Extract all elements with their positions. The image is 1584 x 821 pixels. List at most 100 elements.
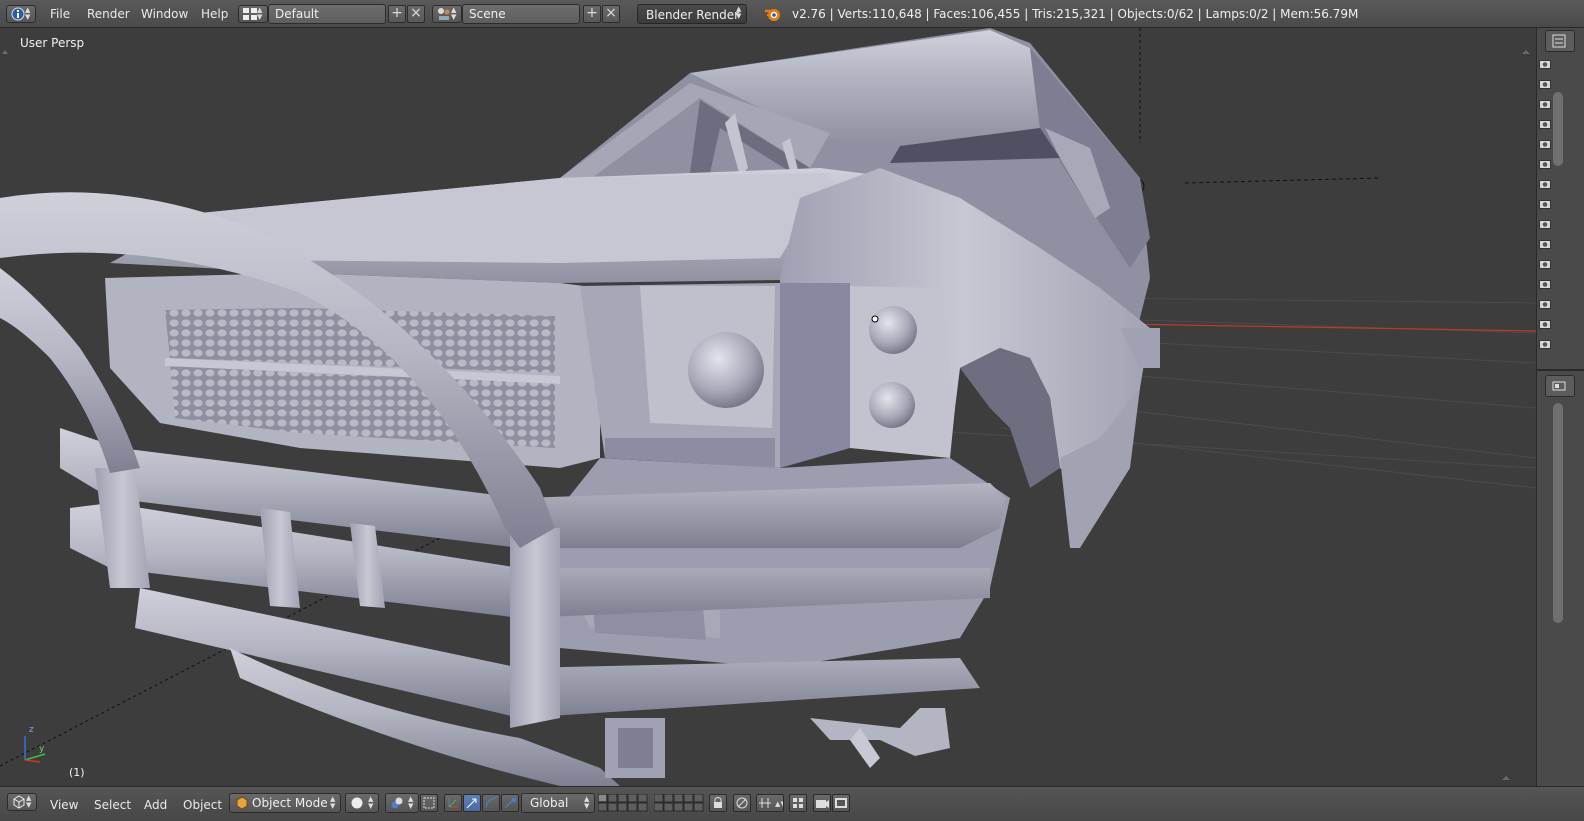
editor-type-selector[interactable]: ▲ ▼ — [6, 5, 36, 23]
info-icon — [11, 7, 25, 21]
viewport-shading-select[interactable]: ▲ ▼ — [345, 793, 379, 813]
screen-layout-browse[interactable]: ▲ ▼ — [238, 5, 268, 23]
menu-view[interactable]: View — [50, 795, 78, 815]
scene-name[interactable]: Scene — [462, 4, 580, 24]
gizmo-y-label: y — [39, 744, 45, 754]
dropdown-arrows-icon: ▲ ▼ — [584, 795, 590, 810]
rotate-arc-icon — [485, 797, 497, 809]
layer-lock-button[interactable] — [709, 794, 727, 812]
manipulator-toggle[interactable] — [444, 794, 462, 812]
snap-magnet-icon — [793, 798, 803, 808]
render-toggle-icon[interactable] — [1539, 318, 1551, 330]
menu-help[interactable]: Help — [201, 4, 228, 24]
rotate-manipulator-button[interactable] — [482, 794, 500, 812]
render-toggle-icon[interactable] — [1539, 158, 1551, 170]
object-mode-icon — [236, 796, 248, 810]
dropdown-arrows-icon: ▲ ▼ — [257, 6, 263, 21]
dropdown-arrows-icon: ▲ ▼ — [451, 6, 457, 21]
plus-icon: + — [391, 5, 403, 21]
menu-render[interactable]: Render — [87, 4, 130, 24]
snap-element-select[interactable]: ▲▼ — [756, 794, 784, 812]
layers-grid-icon — [597, 793, 648, 812]
render-opengl-button[interactable] — [813, 794, 831, 812]
render-toggle-icon[interactable] — [1539, 138, 1551, 150]
scale-manipulator-button[interactable] — [501, 794, 519, 812]
layout-grid-icon — [243, 8, 257, 20]
menu-file[interactable]: File — [50, 4, 70, 24]
render-engine-select[interactable]: Blender Render ▲ ▼ — [637, 4, 747, 24]
view3d-icon — [13, 795, 25, 809]
lamp-guide-line — [1184, 177, 1381, 184]
view-perspective-label: User Persp — [20, 36, 85, 50]
editor-type-selector[interactable]: ▲ ▼ — [7, 793, 37, 811]
render-toggle-icon[interactable] — [1539, 118, 1551, 130]
dropdown-arrows-icon: ▲ ▼ — [408, 795, 414, 810]
solid-shading-icon — [351, 797, 363, 809]
snap-toggle-button[interactable] — [789, 794, 807, 812]
viewport-canvas — [0, 28, 1536, 786]
remove-screen-button[interactable]: × — [407, 5, 425, 23]
scene-browse[interactable]: ▲ ▼ — [432, 5, 462, 23]
outliner-editor-button[interactable] — [1545, 30, 1575, 52]
menu-add[interactable]: Add — [144, 795, 167, 815]
dropdown-arrows-icon: ▲ ▼ — [368, 795, 374, 810]
scene-icon — [438, 8, 450, 20]
transform-manipulator-icon — [448, 798, 457, 808]
layers-grid-icon — [653, 793, 704, 812]
render-toggle-icon[interactable] — [1539, 198, 1551, 210]
dropdown-arrows-icon: ▲ ▼ — [330, 795, 336, 810]
remove-scene-button[interactable]: × — [602, 5, 620, 23]
interaction-mode-select[interactable]: Object Mode ▲ ▼ — [229, 793, 341, 813]
film-strip-icon — [835, 798, 847, 808]
render-engine-label: Blender Render — [646, 8, 740, 22]
current-frame-label: (1) — [69, 766, 85, 779]
proportional-edit-button[interactable] — [733, 794, 751, 812]
pivot-point-select[interactable]: ▲ ▼ — [385, 793, 419, 813]
svg-text:▲▼: ▲▼ — [775, 800, 783, 808]
properties-editor-button[interactable] — [1545, 375, 1575, 397]
add-screen-button[interactable]: + — [388, 5, 406, 23]
screen-layout-name[interactable]: Default — [268, 4, 386, 24]
3d-cursor[interactable] — [871, 315, 879, 323]
area-divider — [1537, 369, 1584, 371]
pivot-manipulate-button[interactable] — [420, 794, 438, 812]
render-toggle-icon[interactable] — [1539, 78, 1551, 90]
render-animation-button[interactable] — [832, 794, 850, 812]
transform-orientation-select[interactable]: Global ▲ ▼ — [521, 793, 595, 813]
add-scene-button[interactable]: + — [583, 5, 601, 23]
menu-window[interactable]: Window — [141, 4, 188, 24]
render-toggle-icon[interactable] — [1539, 258, 1551, 270]
gizmo-z-label: z — [29, 725, 34, 735]
layer-buttons-group-2[interactable] — [653, 793, 704, 812]
translate-manipulator-button[interactable] — [463, 794, 481, 812]
3d-viewport[interactable]: User Persp z y (1) — [0, 28, 1536, 786]
render-toggle-icon[interactable] — [1539, 278, 1551, 290]
blender-logo-icon — [765, 9, 780, 21]
render-toggle-icon[interactable] — [1539, 178, 1551, 190]
outliner-scrollbar[interactable] — [1553, 92, 1563, 166]
outliner-icon — [1552, 34, 1566, 48]
menu-select[interactable]: Select — [94, 795, 131, 815]
close-icon: × — [605, 5, 617, 21]
render-toggle-icon[interactable] — [1539, 218, 1551, 230]
layer-lock-icon — [714, 797, 722, 808]
close-icon: × — [410, 5, 422, 21]
manipulate-center-icon — [423, 797, 435, 809]
truck-model — [0, 28, 1160, 786]
render-toggle-icon[interactable] — [1539, 58, 1551, 70]
render-toggle-icon[interactable] — [1539, 238, 1551, 250]
dropdown-arrows-icon: ▲ ▼ — [25, 6, 31, 21]
properties-icon — [1552, 381, 1566, 391]
snap-increment-icon: ▲▼ — [759, 798, 783, 808]
render-toggle-icon[interactable] — [1539, 338, 1551, 350]
dropdown-arrows-icon: ▲ ▼ — [736, 5, 742, 20]
x-axis-line — [1119, 323, 1536, 332]
render-toggle-icon[interactable] — [1539, 98, 1551, 110]
3d-view-header: ▲ ▼ View Select Add Object Object Mode ▲ ▼… — [0, 786, 1584, 821]
outliner-strip — [1536, 28, 1584, 786]
render-toggle-icon[interactable] — [1539, 298, 1551, 310]
menu-object[interactable]: Object — [183, 795, 222, 815]
properties-scrollbar[interactable] — [1553, 403, 1563, 623]
info-header: ▲ ▼ File Render Window Help ▲ ▼ Default + … — [0, 0, 1584, 28]
layer-buttons-group-1[interactable] — [597, 793, 648, 812]
